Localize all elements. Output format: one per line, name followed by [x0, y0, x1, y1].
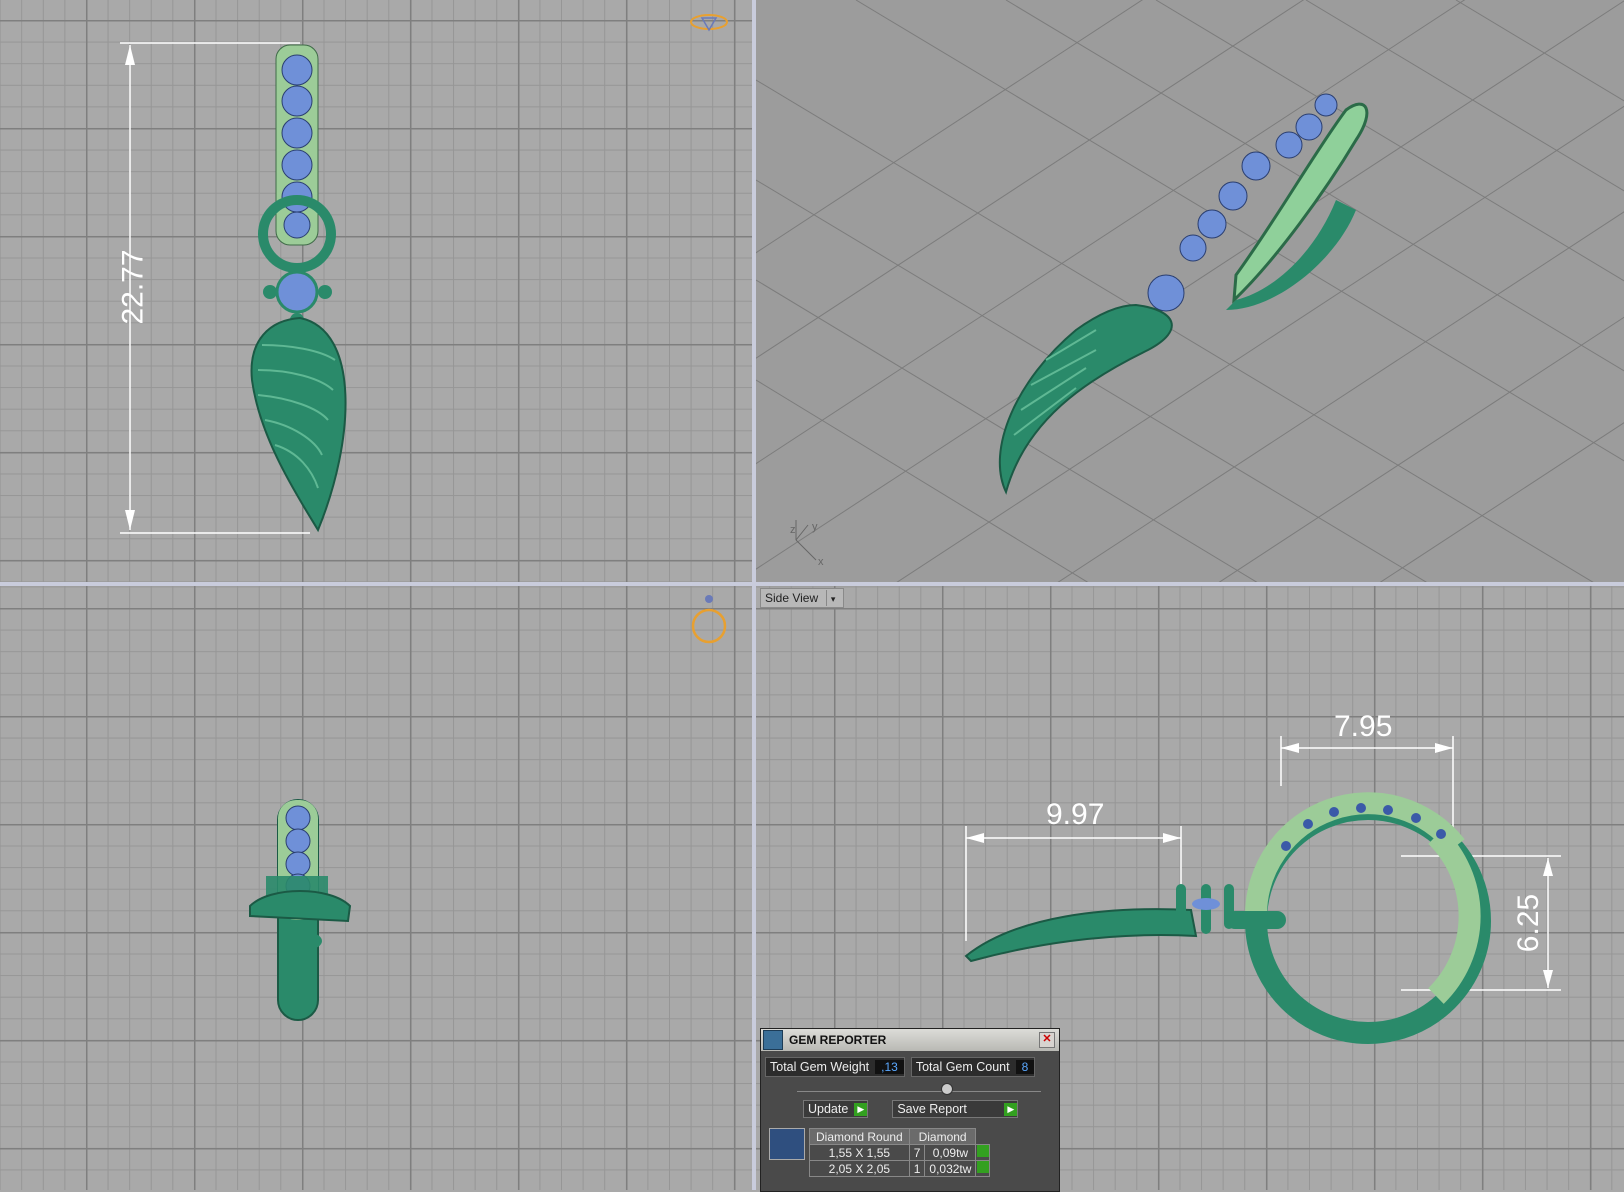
save-report-label: Save Report: [897, 1102, 967, 1116]
total-gem-weight-field: Total Gem Weight ,13: [765, 1057, 905, 1077]
perspective-grid: z y x: [756, 0, 1624, 582]
gem-size: 1,55 X 1,55: [809, 1144, 910, 1161]
gem-reporter-panel: GEM REPORTER ✕ Total Gem Weight ,13 Tota…: [760, 1028, 1060, 1192]
total-gem-weight-value: ,13: [875, 1060, 904, 1074]
play-icon: ▶: [854, 1102, 868, 1116]
table-row: 1,55 X 1,55 7 0,09tw: [809, 1144, 991, 1161]
axis-y-label: y: [812, 521, 818, 533]
gem-reporter-titlebar[interactable]: GEM REPORTER ✕: [761, 1029, 1059, 1051]
save-report-button[interactable]: Save Report ▶: [892, 1100, 1019, 1118]
diamond-thumbnail: [769, 1128, 805, 1160]
gem-reporter-icon: [763, 1030, 783, 1050]
top-viewport[interactable]: 22.77: [0, 0, 752, 582]
slider-knob[interactable]: [941, 1083, 953, 1095]
horizontal-splitter[interactable]: [0, 582, 1624, 586]
hoop-height-dimension-label: 6.25: [1512, 893, 1546, 953]
table-row: 2,05 X 2,05 1 0,032tw: [809, 1160, 991, 1177]
front-view-model: [249, 595, 727, 1021]
gem-count: 7: [908, 1144, 926, 1161]
height-dimension-label: 22.77: [116, 249, 150, 325]
row-action-button[interactable]: [975, 1160, 991, 1177]
panel-slider[interactable]: [797, 1083, 1041, 1095]
total-gem-count-value: 8: [1015, 1060, 1035, 1074]
gem-size: 2,05 X 2,05: [809, 1160, 910, 1177]
top-view-model: [120, 14, 728, 534]
play-icon: ▶: [1004, 1102, 1018, 1116]
total-gem-weight-label: Total Gem Weight: [770, 1060, 870, 1074]
hoop-width-dimension-label: 7.95: [1334, 710, 1393, 743]
gem-count: 1: [908, 1160, 926, 1177]
gem-weight: 0,09tw: [924, 1144, 977, 1161]
total-gem-count-field: Total Gem Count 8: [910, 1057, 1036, 1077]
gem-weight: 0,032tw: [924, 1160, 977, 1177]
view-name-dropdown[interactable]: Side View ▾: [760, 588, 845, 608]
gem-table-header-type: Diamond: [908, 1128, 977, 1145]
total-gem-count-label: Total Gem Count: [915, 1060, 1010, 1074]
front-viewport[interactable]: [0, 586, 752, 1190]
gem-reporter-title: GEM REPORTER: [789, 1033, 887, 1047]
gem-table: Diamond Round Diamond 1,55 X 1,55 7 0,09…: [809, 1128, 991, 1177]
update-label: Update: [808, 1102, 849, 1116]
axis-z-label: z: [790, 524, 796, 536]
view-name-label: Side View: [765, 591, 819, 605]
update-button[interactable]: Update ▶: [803, 1100, 869, 1118]
vertical-splitter[interactable]: [752, 0, 756, 1190]
perspective-viewport[interactable]: z y x: [756, 0, 1624, 582]
close-icon[interactable]: ✕: [1039, 1032, 1055, 1048]
axis-x-label: x: [818, 556, 824, 568]
gem-table-header-shape: Diamond Round: [809, 1128, 910, 1145]
chevron-down-icon[interactable]: ▾: [826, 590, 839, 606]
pendant-width-dimension-label: 9.97: [1046, 798, 1105, 831]
row-action-button[interactable]: [975, 1144, 991, 1161]
